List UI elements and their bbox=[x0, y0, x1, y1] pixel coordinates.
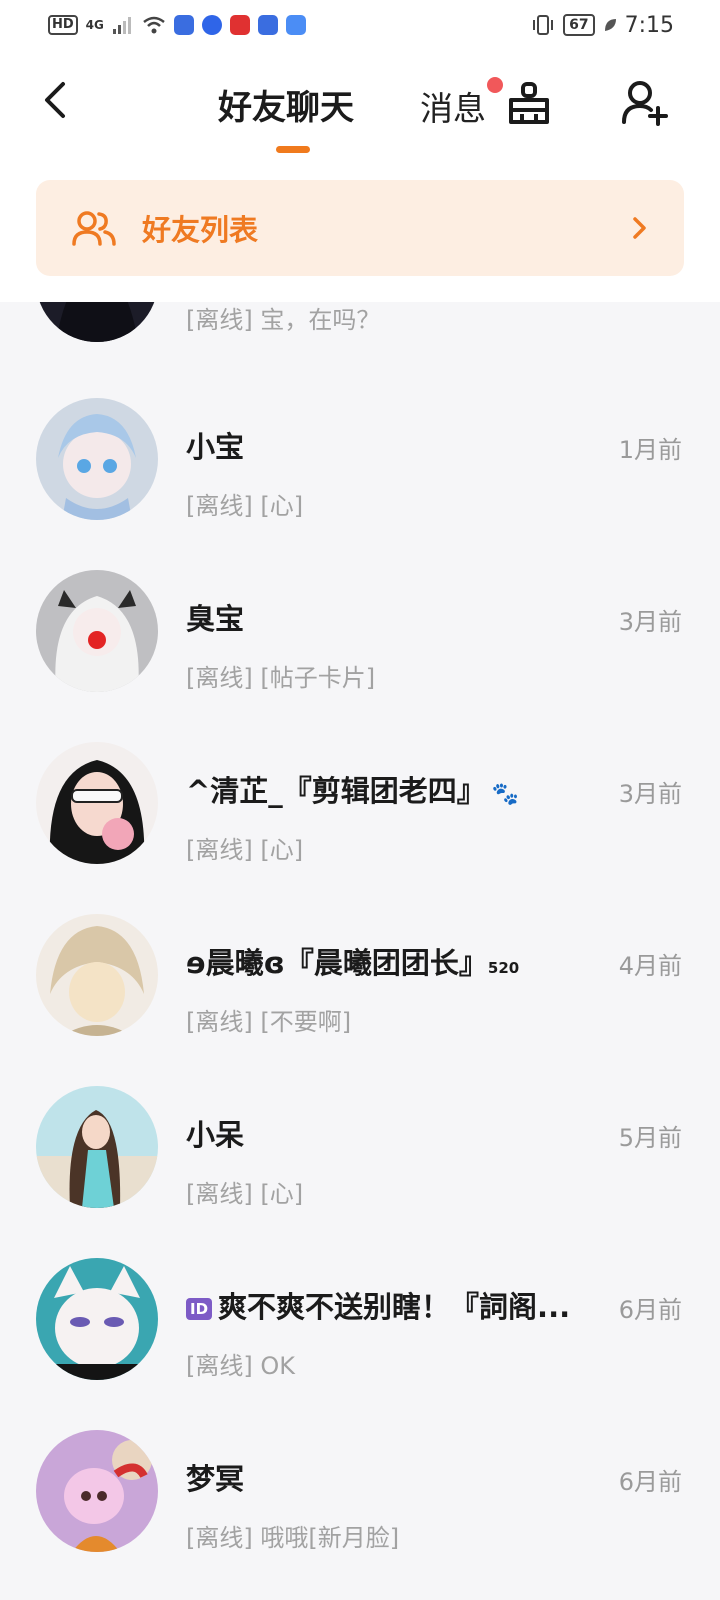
paw-icon: 🐾 bbox=[491, 782, 520, 807]
back-button[interactable] bbox=[34, 78, 74, 122]
tab-friends-chat[interactable]: 好友聊天 bbox=[218, 80, 354, 129]
contact-name: 臭宝 bbox=[186, 602, 245, 636]
avatar bbox=[36, 1258, 158, 1380]
contact-name: ID 爽不爽不送别瞎！『詞阁... bbox=[186, 1284, 570, 1326]
avatar bbox=[36, 742, 158, 864]
clock: 7:15 bbox=[624, 12, 674, 38]
leaf-icon bbox=[604, 19, 616, 31]
conversation-row[interactable]: 小呆 5月前 [离线] [心] bbox=[0, 1076, 720, 1248]
avatar bbox=[36, 1430, 158, 1552]
conversation-row[interactable]: ID 爽不爽不送别瞎！『詞阁... 6月前 [离线] OK bbox=[0, 1248, 720, 1420]
signal-bars-icon bbox=[112, 17, 131, 34]
conversation-row[interactable]: 小宝 1月前 [离线] [心] bbox=[0, 388, 720, 560]
chevron-right-icon bbox=[633, 217, 646, 239]
message-preview: [离线] [心] bbox=[186, 1180, 304, 1208]
video-app-icon bbox=[229, 15, 250, 35]
friends-list-banner[interactable]: 好友列表 bbox=[36, 180, 684, 276]
message-preview: [离线] OK bbox=[186, 1352, 295, 1380]
friends-list-label: 好友列表 bbox=[142, 213, 259, 247]
header: 好友聊天 消息 好友列表 bbox=[0, 50, 720, 302]
contact-name-suffix: 520 bbox=[487, 959, 520, 977]
add-friend-button[interactable] bbox=[620, 78, 670, 128]
avatar bbox=[36, 398, 158, 520]
tab-indicator bbox=[276, 146, 310, 153]
status-bar: HD 4G 67 7:15 bbox=[0, 0, 720, 50]
message-time: 6月前 bbox=[618, 1468, 682, 1496]
app-notification-icon bbox=[257, 15, 278, 35]
message-preview: [离线] [心] bbox=[186, 836, 304, 864]
conversation-row[interactable]: ^清芷_『剪辑团老四』 🐾 3月前 [离线] [心] bbox=[0, 732, 720, 904]
avatar bbox=[36, 1086, 158, 1208]
contact-name: 小宝 bbox=[186, 430, 245, 464]
message-preview: [离线] [不要啊] bbox=[186, 1008, 352, 1036]
wifi-icon bbox=[143, 16, 165, 34]
avatar bbox=[36, 570, 158, 692]
signal-4g-icon: 4G bbox=[85, 18, 104, 32]
contact-name-text: ɘ晨曦ɞ『晨曦团团长』 bbox=[186, 946, 488, 980]
hd-indicator: HD bbox=[48, 15, 78, 35]
contact-name: 梦冥 bbox=[186, 1462, 245, 1496]
conversation-row[interactable]: 臭宝 3月前 [离线] [帖子卡片] bbox=[0, 560, 720, 732]
id-badge: ID bbox=[186, 1298, 213, 1320]
message-preview: [离线] 宝，在吗？ bbox=[186, 306, 381, 334]
clear-messages-button[interactable] bbox=[505, 80, 553, 128]
message-time: 3月前 bbox=[618, 780, 682, 808]
contact-name: ^清芷_『剪辑团老四』 🐾 bbox=[186, 768, 519, 810]
avatar bbox=[36, 914, 158, 1036]
conversation-row[interactable]: [离线] 宝，在吗？ bbox=[0, 302, 720, 352]
tab-messages[interactable]: 消息 bbox=[420, 82, 486, 130]
conversation-row[interactable]: 梦冥 6月前 [离线] 哦哦[新月脸] bbox=[0, 1420, 720, 1592]
message-preview: [离线] [帖子卡片] bbox=[186, 664, 376, 692]
contact-name: 小呆 bbox=[186, 1118, 245, 1152]
friends-icon bbox=[72, 211, 116, 246]
baidu-icon bbox=[201, 15, 222, 35]
chevron-left-icon bbox=[45, 82, 65, 118]
app-notification-icon bbox=[173, 15, 194, 35]
vibrate-icon bbox=[533, 15, 554, 35]
contact-name: ɘ晨曦ɞ『晨曦团团长』520 bbox=[186, 940, 519, 982]
message-time: 3月前 bbox=[618, 608, 682, 636]
message-preview: [离线] 哦哦[新月脸] bbox=[186, 1524, 400, 1552]
message-preview: [离线] [心] bbox=[186, 492, 304, 520]
message-time: 4月前 bbox=[618, 952, 682, 980]
contact-name-text: 爽不爽不送别瞎！『詞阁... bbox=[218, 1290, 571, 1324]
message-time: 5月前 bbox=[618, 1124, 682, 1152]
security-app-icon bbox=[285, 15, 306, 35]
conversation-row[interactable]: ɘ晨曦ɞ『晨曦团团长』520 4月前 [离线] [不要啊] bbox=[0, 904, 720, 1076]
battery-indicator: 67 bbox=[563, 14, 595, 36]
broom-icon bbox=[509, 82, 549, 124]
add-user-icon bbox=[622, 81, 668, 126]
conversation-list: [离线] 宝，在吗？ 小宝 1月前 [离线] [心] 臭宝 3月前 [离线] [… bbox=[0, 302, 720, 1600]
message-time: 1月前 bbox=[618, 436, 682, 464]
avatar bbox=[36, 302, 158, 342]
contact-name-text: ^清芷_『剪辑团老四』 bbox=[186, 774, 486, 808]
unread-dot bbox=[487, 77, 503, 93]
message-time: 6月前 bbox=[618, 1296, 682, 1324]
